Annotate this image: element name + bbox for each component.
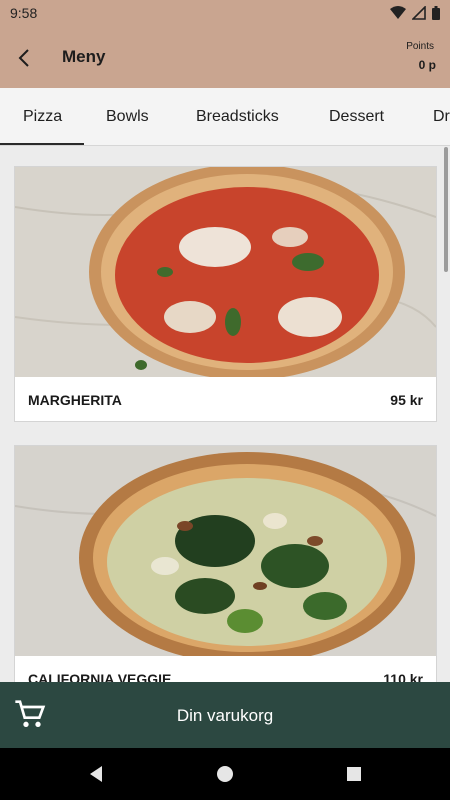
menu-list[interactable]: MARGHERITA 95 kr CALIFORNIA VEGGIE 110 k…: [0, 147, 450, 682]
menu-item-price: 110 kr: [383, 671, 423, 682]
category-tabs: Pizza Bowls Breadsticks Dessert Dr: [0, 88, 450, 146]
page-title: Meny: [62, 47, 106, 66]
status-bar: 9:58: [0, 0, 450, 28]
tab-pizza[interactable]: Pizza: [23, 88, 62, 145]
menu-item-price: 95 kr: [390, 392, 423, 408]
chevron-left-icon: [18, 49, 29, 67]
tab-indicator: [0, 143, 84, 145]
cell-signal-icon: [412, 6, 426, 20]
menu-item-card[interactable]: MARGHERITA 95 kr: [14, 166, 437, 422]
recents-nav-icon[interactable]: [342, 762, 366, 786]
points-value: 0 p: [418, 58, 436, 72]
menu-item-footer: CALIFORNIA VEGGIE 110 kr: [15, 656, 436, 682]
margherita-pizza-photo: [15, 167, 436, 377]
app-bar: Meny Points 0 p: [0, 28, 450, 88]
menu-item-card[interactable]: CALIFORNIA VEGGIE 110 kr: [14, 445, 437, 682]
cart-button[interactable]: Din varukorg: [0, 682, 450, 748]
status-time: 9:58: [10, 5, 38, 21]
back-button[interactable]: [8, 42, 40, 74]
tab-drinks[interactable]: Dr: [433, 88, 450, 145]
battery-icon: [432, 6, 440, 20]
status-icons: [390, 6, 440, 20]
points-label: Points: [406, 41, 434, 52]
menu-item-footer: MARGHERITA 95 kr: [15, 377, 436, 421]
tab-breadsticks[interactable]: Breadsticks: [196, 88, 279, 145]
menu-item-name: MARGHERITA: [28, 392, 122, 408]
california-veggie-pizza-photo: [15, 446, 436, 656]
scrollbar[interactable]: [444, 147, 448, 272]
tab-bowls[interactable]: Bowls: [106, 88, 149, 145]
wifi-icon: [390, 6, 406, 19]
tab-dessert[interactable]: Dessert: [329, 88, 384, 145]
menu-item-name: CALIFORNIA VEGGIE: [28, 671, 172, 682]
cart-label: Din varukorg: [176, 706, 274, 725]
home-nav-icon[interactable]: [213, 762, 237, 786]
system-nav-bar: [0, 748, 450, 800]
back-nav-icon[interactable]: [84, 762, 108, 786]
